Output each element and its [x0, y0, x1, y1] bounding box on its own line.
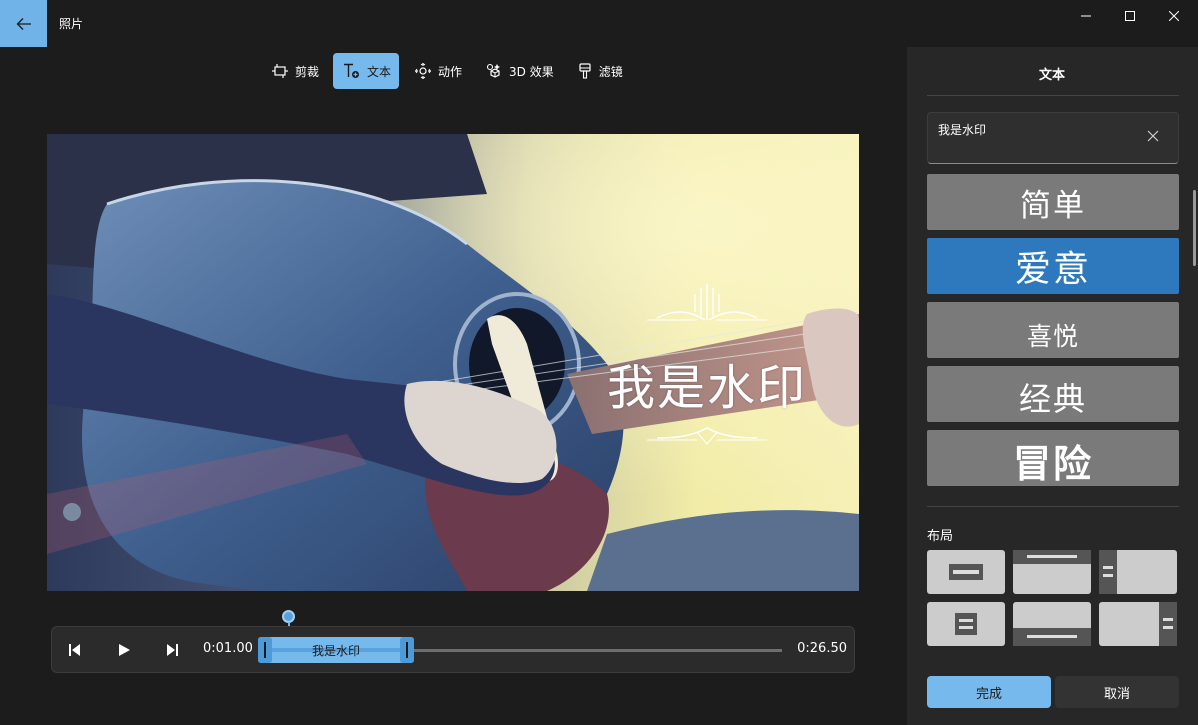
maximize-button[interactable] — [1107, 0, 1153, 32]
timeline-track[interactable] — [412, 649, 782, 652]
step-back-icon — [69, 644, 80, 656]
back-arrow-icon — [16, 17, 31, 30]
style-love-label: 爱意 — [1014, 249, 1091, 290]
layout-right-bar-icon — [1159, 602, 1177, 646]
clip-end-handle[interactable] — [400, 637, 414, 663]
tool-text[interactable]: 文本 — [333, 53, 400, 89]
style-adventure-label: 冒险 — [1012, 441, 1093, 486]
divider — [927, 95, 1179, 96]
layout-label: 布局 — [927, 529, 954, 544]
layout-left-bar-icon — [1099, 550, 1117, 594]
step-back-button[interactable] — [65, 640, 85, 660]
tool-filter-label: 滤镜 — [598, 64, 623, 79]
step-forward-icon — [167, 644, 178, 656]
3d-effects-icon — [486, 63, 501, 78]
layout-center-small[interactable] — [927, 602, 1005, 646]
crop-icon — [272, 64, 288, 78]
tool-motion[interactable]: 动作 — [405, 53, 470, 89]
style-classic[interactable]: 经典 — [927, 366, 1179, 422]
tool-crop-label: 剪裁 — [295, 64, 320, 79]
play-icon — [119, 644, 130, 656]
step-forward-button[interactable] — [162, 640, 182, 660]
tool-text-label: 文本 — [367, 64, 392, 79]
play-button[interactable] — [114, 640, 134, 660]
text-input[interactable]: 我是水印 — [927, 112, 1179, 164]
style-simple-label: 简单 — [1020, 187, 1086, 224]
style-love[interactable]: 爱意 — [927, 238, 1179, 294]
style-simple[interactable]: 简单 — [927, 174, 1179, 230]
text-add-icon — [344, 63, 360, 78]
done-button[interactable]: 完成 — [927, 676, 1051, 708]
tool-crop[interactable]: 剪裁 — [262, 53, 327, 89]
layout-center[interactable] — [927, 550, 1005, 594]
watermark-bottom-ornament — [647, 427, 767, 445]
divider — [927, 506, 1179, 507]
timeline-bar: 0:01.00 我是水印 0:26.50 — [51, 626, 855, 673]
layout-top-banner[interactable] — [1013, 550, 1091, 594]
layout-center-icon — [949, 564, 983, 580]
style-joy[interactable]: 喜悦 — [927, 302, 1179, 358]
motion-icon — [415, 63, 432, 79]
edit-toolbar: 剪裁 文本 动作 3D 效果 滤镜 — [262, 53, 631, 89]
text-input-value: 我是水印 — [938, 123, 987, 137]
photo-canvas[interactable]: 我是水印 — [47, 134, 859, 591]
style-joy-label: 喜悦 — [1026, 322, 1079, 351]
tool-motion-label: 动作 — [438, 64, 463, 79]
filter-brush-icon — [579, 63, 591, 79]
text-panel: 文本 我是水印 简单 爱意 喜悦 经典 冒险 布局 完成 取消 — [907, 47, 1198, 725]
minimize-icon — [1081, 15, 1091, 17]
layout-center-small-icon — [955, 613, 977, 635]
tool-filter[interactable]: 滤镜 — [568, 53, 631, 89]
watermark-text[interactable]: 我是水印 — [587, 348, 827, 418]
back-button[interactable] — [0, 0, 47, 47]
text-clip[interactable]: 我是水印 — [258, 637, 414, 663]
layout-right-bar[interactable] — [1099, 602, 1177, 646]
cancel-button[interactable]: 取消 — [1055, 676, 1179, 708]
watermark-top-ornament — [647, 284, 767, 321]
maximize-icon — [1125, 11, 1135, 21]
clip-start-handle[interactable] — [258, 637, 272, 663]
panel-title: 文本 — [1038, 68, 1065, 83]
layout-bottom-banner-icon — [1013, 628, 1091, 646]
layout-bottom-banner[interactable] — [1013, 602, 1091, 646]
total-duration: 0:26.50 — [797, 641, 847, 656]
tool-3d-effects-label: 3D 效果 — [509, 64, 554, 79]
tool-3d-effects[interactable]: 3D 效果 — [476, 53, 562, 89]
app-title: 照片 — [59, 17, 84, 31]
clear-text-icon[interactable] — [1146, 129, 1160, 143]
layout-left-bar[interactable] — [1099, 550, 1177, 594]
style-classic-label: 经典 — [1018, 380, 1087, 418]
close-icon — [1169, 11, 1179, 21]
panel-scrollbar[interactable] — [1193, 190, 1196, 266]
current-time: 0:01.00 — [203, 641, 253, 656]
minimize-button[interactable] — [1063, 0, 1109, 32]
clip-label: 我是水印 — [311, 644, 360, 658]
layout-top-banner-icon — [1013, 550, 1091, 564]
close-window-button[interactable] — [1151, 0, 1197, 32]
style-adventure[interactable]: 冒险 — [927, 430, 1179, 486]
